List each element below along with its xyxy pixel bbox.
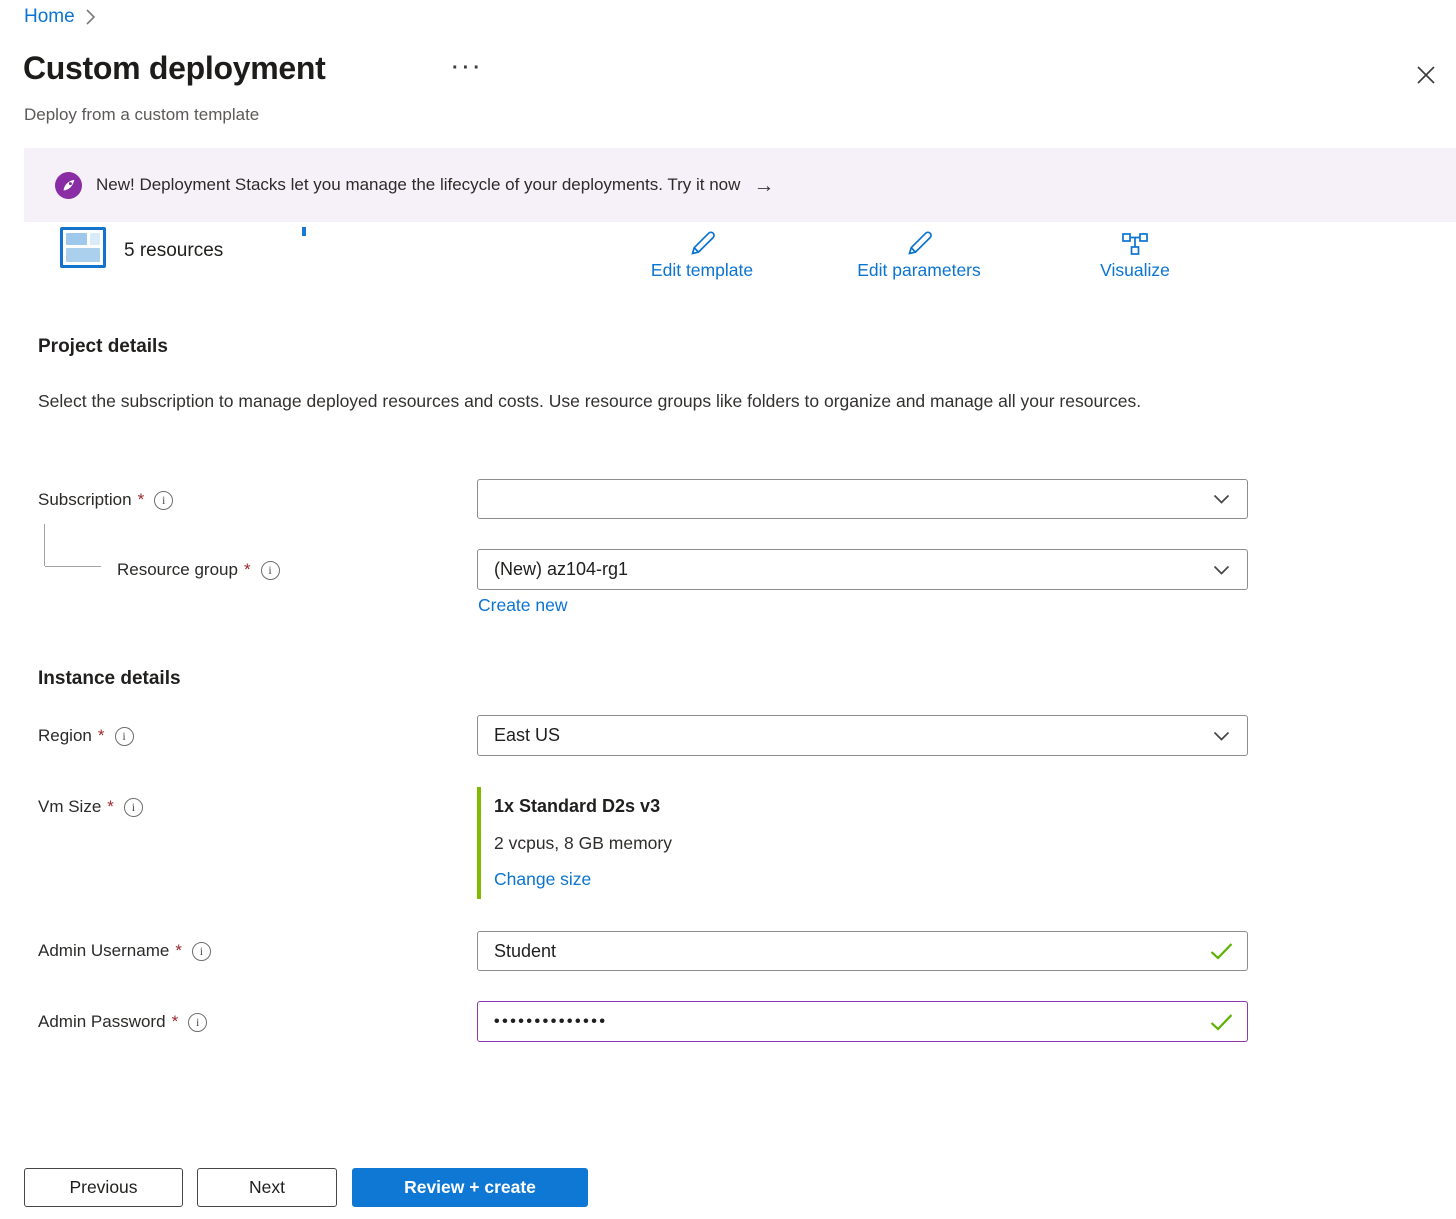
chevron-down-icon — [1213, 731, 1230, 741]
required-asterisk: * — [172, 1012, 179, 1032]
pencil-icon — [904, 229, 934, 259]
valid-check-icon — [1210, 1013, 1233, 1030]
admin-password-field — [477, 1001, 1248, 1042]
instance-details-heading: Instance details — [38, 668, 181, 690]
subscription-label-text: Subscription — [38, 490, 132, 510]
banner-text: New! Deployment Stacks let you manage th… — [96, 175, 740, 195]
valid-check-icon — [1210, 943, 1233, 960]
page-subtitle: Deploy from a custom template — [24, 105, 259, 125]
info-icon[interactable]: i — [188, 1013, 207, 1032]
info-icon[interactable]: i — [115, 727, 134, 746]
vm-size-title: 1x Standard D2s v3 — [494, 787, 672, 825]
region-label-text: Region — [38, 726, 92, 746]
visualize-button[interactable]: Visualize — [1045, 229, 1225, 281]
org-chart-icon — [1120, 229, 1150, 259]
rocket-icon — [55, 172, 82, 199]
action-label: Visualize — [1100, 260, 1170, 281]
clipped-text-artifact — [302, 227, 306, 236]
previous-button[interactable]: Previous — [24, 1168, 183, 1207]
region-dropdown[interactable]: East US — [477, 715, 1248, 756]
admin-username-label: Admin Username * i — [38, 939, 211, 963]
vm-size-summary: 1x Standard D2s v3 2 vcpus, 8 GB memory … — [477, 787, 672, 899]
resource-group-dropdown-value: (New) az104-rg1 — [494, 559, 628, 580]
close-x-glyph — [1415, 64, 1437, 86]
chevron-down-icon — [1213, 565, 1230, 575]
project-details-heading: Project details — [38, 336, 168, 358]
edit-template-button[interactable]: Edit template — [612, 229, 792, 281]
next-button[interactable]: Next — [197, 1168, 337, 1207]
breadcrumb-home-link[interactable]: Home — [24, 6, 75, 28]
subscription-label: Subscription * i — [38, 488, 173, 512]
custom-deployment-page: Home Custom deployment ··· Deploy from a… — [0, 0, 1456, 1219]
admin-username-field — [477, 931, 1248, 971]
region-dropdown-value: East US — [494, 725, 560, 746]
admin-password-label-text: Admin Password — [38, 1012, 166, 1032]
change-size-link[interactable]: Change size — [494, 869, 591, 890]
admin-username-input[interactable] — [478, 941, 1247, 962]
required-asterisk: * — [244, 560, 251, 580]
close-icon[interactable] — [1410, 60, 1442, 92]
admin-username-label-text: Admin Username — [38, 941, 169, 961]
resource-group-label-text: Resource group — [117, 560, 238, 580]
vm-size-label-text: Vm Size — [38, 797, 101, 817]
more-options-button[interactable]: ··· — [452, 58, 484, 78]
required-asterisk: * — [175, 941, 182, 961]
resource-group-dropdown[interactable]: (New) az104-rg1 — [477, 549, 1248, 590]
resource-group-label: Resource group * i — [117, 558, 280, 582]
info-icon[interactable]: i — [124, 798, 143, 817]
template-icon-block — [66, 248, 100, 262]
info-icon[interactable]: i — [261, 561, 280, 580]
admin-password-input[interactable] — [478, 1013, 1247, 1031]
deployment-stacks-banner[interactable]: New! Deployment Stacks let you manage th… — [24, 148, 1456, 222]
resources-count: 5 resources — [124, 240, 223, 262]
template-icon-block — [66, 233, 87, 245]
action-label: Edit parameters — [857, 260, 981, 281]
arrow-right-icon: → — [753, 175, 774, 196]
vm-size-label: Vm Size * i — [38, 795, 143, 819]
subscription-dropdown[interactable] — [477, 479, 1248, 519]
info-icon[interactable]: i — [192, 942, 211, 961]
review-create-button[interactable]: Review + create — [352, 1168, 588, 1207]
vm-size-specs: 2 vcpus, 8 GB memory — [494, 825, 672, 861]
field-connector-line — [45, 566, 101, 567]
pencil-icon — [687, 229, 717, 259]
required-asterisk: * — [107, 797, 114, 817]
field-connector-line — [44, 524, 45, 566]
template-icon — [60, 227, 106, 268]
region-label: Region * i — [38, 724, 134, 748]
required-asterisk: * — [138, 490, 145, 510]
edit-parameters-button[interactable]: Edit parameters — [829, 229, 1009, 281]
admin-password-label: Admin Password * i — [38, 1010, 207, 1034]
page-title: Custom deployment — [23, 50, 325, 87]
chevron-down-icon — [1213, 494, 1230, 504]
breadcrumb: Home — [24, 6, 96, 28]
required-asterisk: * — [98, 726, 105, 746]
project-details-description: Select the subscription to manage deploy… — [38, 385, 1188, 417]
rocket-glyph — [61, 177, 77, 193]
breadcrumb-chevron-icon — [85, 8, 96, 26]
template-icon-block — [90, 233, 100, 245]
create-new-link[interactable]: Create new — [478, 595, 568, 616]
info-icon[interactable]: i — [154, 491, 173, 510]
action-label: Edit template — [651, 260, 753, 281]
